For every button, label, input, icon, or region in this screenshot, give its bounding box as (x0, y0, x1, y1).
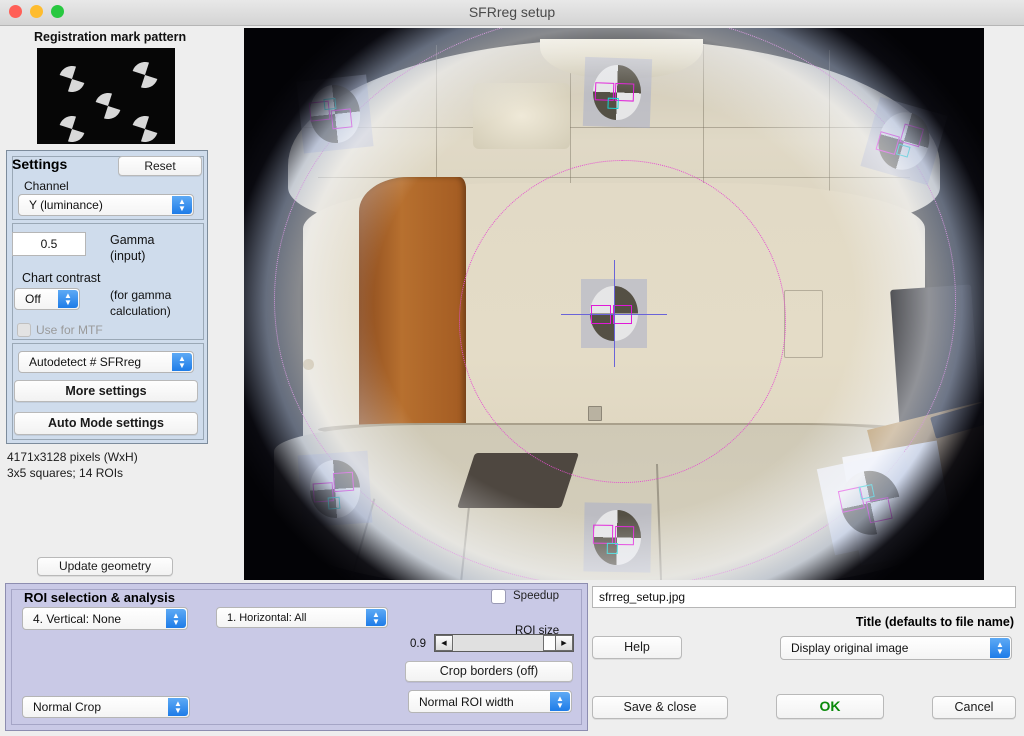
slider-increase-icon[interactable]: ▶ (555, 635, 573, 651)
squares-rois-info: 3x5 squares; 14 ROIs (7, 466, 124, 480)
chevron-updown-icon: ▲ ▼ (168, 698, 188, 716)
gamma-label-line1: Gamma (110, 233, 155, 247)
chevron-updown-icon: ▲ ▼ (172, 353, 192, 371)
horizontal-roi-select[interactable]: 1. Horizontal: All ▲ ▼ (216, 607, 388, 628)
chevron-updown-icon: ▲ ▼ (990, 638, 1010, 658)
speedup-label: Speedup (513, 590, 560, 602)
display-mode-select[interactable]: Display original image ▲ ▼ (780, 636, 1012, 660)
crop-borders-button[interactable]: Crop borders (off) (405, 661, 573, 682)
image-pixels-info: 4171x3128 pixels (WxH) (7, 450, 138, 464)
channel-select[interactable]: Y (luminance) ▲ ▼ (18, 194, 194, 216)
chevron-updown-icon: ▲ ▼ (550, 692, 570, 711)
title-hint-label: Title (defaults to file name) (855, 615, 1014, 629)
registration-target (816, 450, 922, 556)
autodetect-select[interactable]: Autodetect # SFRreg ▲ ▼ (18, 351, 194, 373)
roi-width-select[interactable]: Normal ROI width ▲ ▼ (408, 690, 572, 713)
slider-track[interactable] (454, 635, 554, 651)
file-name-input[interactable]: sfrreg_setup.jpg (592, 586, 1016, 608)
speedup-checkbox[interactable] (491, 589, 506, 604)
chevron-updown-icon: ▲ ▼ (166, 609, 186, 628)
vertical-roi-select[interactable]: 4. Vertical: None ▲ ▼ (22, 607, 188, 630)
registration-target (297, 450, 373, 528)
gamma-label-line2: (input) (110, 249, 146, 263)
registration-target (583, 57, 653, 129)
chart-contrast-label: Chart contrast (22, 271, 101, 285)
chevron-updown-icon: ▲ ▼ (366, 609, 386, 626)
crop-mode-value: Normal Crop (33, 700, 102, 714)
horizontal-roi-value: 1. Horizontal: All (227, 611, 307, 624)
reset-button[interactable]: Reset (118, 156, 202, 176)
vertical-roi-value: 4. Vertical: None (33, 611, 122, 626)
channel-label: Channel (24, 179, 69, 193)
image-preview[interactable] (244, 28, 984, 580)
scene-photo (244, 28, 984, 580)
gamma-note-line2: calculation) (110, 304, 171, 318)
ok-button[interactable]: OK (776, 694, 884, 719)
autodetect-value: Autodetect # SFRreg (29, 355, 142, 369)
use-for-mtf-checkbox[interactable] (17, 323, 31, 337)
settings-heading: Settings (12, 156, 68, 172)
chevron-updown-icon: ▲ ▼ (172, 196, 192, 214)
roi-panel-heading: ROI selection & analysis (24, 590, 176, 605)
use-for-mtf-label: Use for MTF (36, 323, 103, 337)
update-geometry-button[interactable]: Update geometry (37, 557, 173, 576)
channel-select-value: Y (luminance) (29, 198, 103, 212)
roi-size-value: 0.9 (410, 638, 426, 650)
chevron-updown-icon: ▲ ▼ (58, 290, 78, 308)
roi-width-value: Normal ROI width (419, 694, 514, 709)
registration-target-center (560, 259, 668, 368)
gamma-input[interactable]: 0.5 (12, 232, 86, 256)
crop-mode-select[interactable]: Normal Crop ▲ ▼ (22, 696, 190, 718)
more-settings-button[interactable]: More settings (14, 380, 198, 402)
registration-mark-heading: Registration mark pattern (34, 30, 187, 44)
slider-decrease-icon[interactable]: ◀ (435, 635, 453, 651)
window-titlebar: SFRreg setup (0, 0, 1024, 26)
sfrreg-setup-window: SFRreg setup Registration mark pattern S… (0, 0, 1024, 736)
registration-target (583, 502, 652, 573)
chart-contrast-value: Off (25, 292, 41, 306)
roi-size-slider[interactable]: ◀ ▶ (434, 634, 574, 652)
auto-mode-settings-button[interactable]: Auto Mode settings (14, 412, 198, 435)
help-button[interactable]: Help (592, 636, 682, 659)
cancel-button[interactable]: Cancel (932, 696, 1016, 719)
gamma-note-line1: (for gamma (110, 288, 172, 302)
save-close-button[interactable]: Save & close (592, 696, 728, 719)
registration-mark-pattern (37, 48, 175, 144)
chart-contrast-select[interactable]: Off ▲ ▼ (14, 288, 80, 310)
display-mode-value: Display original image (791, 641, 909, 655)
registration-target (295, 74, 374, 153)
window-title: SFRreg setup (468, 4, 556, 20)
